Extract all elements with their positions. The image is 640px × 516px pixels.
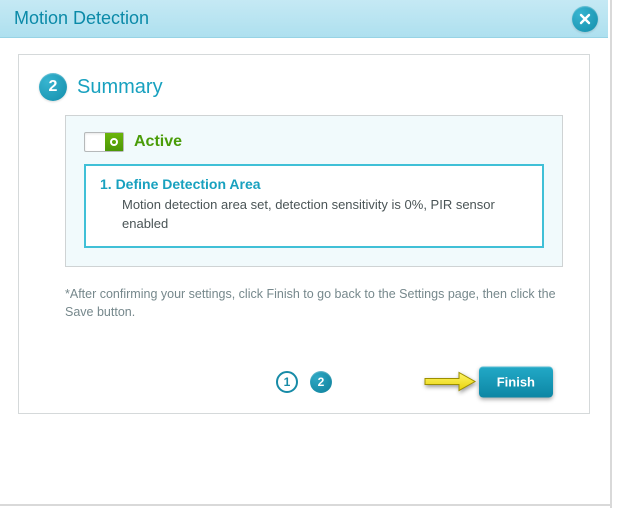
pager-step-2[interactable]: 2 [310,371,332,393]
step-definition-box[interactable]: 1. Define Detection Area Motion detectio… [84,164,544,248]
frame-border-bottom [0,504,610,506]
arrow-right-icon [423,371,477,393]
switch-dot-icon [110,138,118,146]
active-switch[interactable] [84,132,124,152]
step-box-description: Motion detection area set, detection sen… [100,196,528,234]
active-label: Active [134,133,182,151]
frame-border-right [610,0,612,508]
close-button[interactable] [572,6,598,32]
footer-row: 1 2 Fin [35,371,573,393]
close-icon [579,13,591,25]
active-row: Active [84,132,544,152]
switch-on-indicator [105,133,123,151]
confirmation-note: *After confirming your settings, click F… [65,285,563,321]
pager-step-1[interactable]: 1 [276,371,298,393]
finish-group: Finish [423,366,553,397]
dialog-title: Motion Detection [14,8,149,29]
step-number-badge: 2 [39,73,67,101]
step-box-title: 1. Define Detection Area [100,176,528,192]
content-area: 2 Summary Active 1. Define Detection Are… [0,38,608,438]
step-heading-text: Summary [77,76,163,99]
titlebar: Motion Detection [0,0,608,38]
summary-frame: Active 1. Define Detection Area Motion d… [65,115,563,267]
panel: 2 Summary Active 1. Define Detection Are… [18,54,590,414]
step-heading: 2 Summary [39,73,573,101]
motion-detection-dialog: Motion Detection 2 Summary Active [0,0,608,438]
finish-button[interactable]: Finish [479,366,553,397]
